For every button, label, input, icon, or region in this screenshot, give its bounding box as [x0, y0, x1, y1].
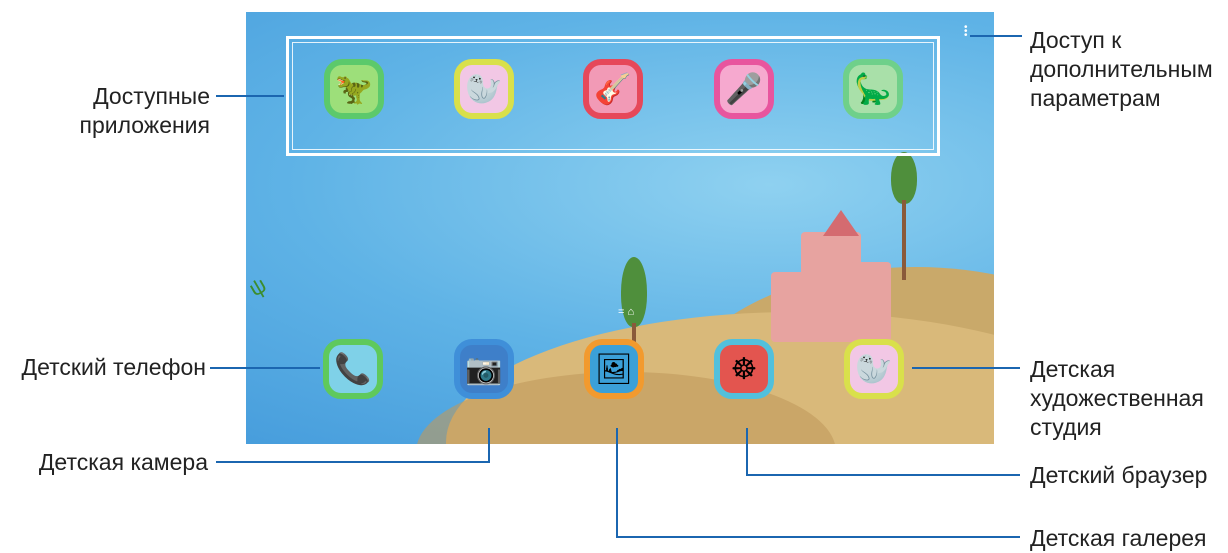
callout-kids-camera: Детская камера: [38, 449, 208, 475]
music-app-icon[interactable]: 🎸: [583, 59, 643, 119]
leader-line: [216, 461, 490, 463]
callout-kids-art-studio: Детская художественная студия: [1030, 356, 1204, 440]
leader-line: [616, 428, 618, 538]
leader-line: [616, 536, 1020, 538]
camera-app-icon[interactable]: 📷: [454, 339, 514, 399]
leader-line: [912, 367, 1020, 369]
callout-kids-gallery: Детская галерея: [1030, 525, 1207, 551]
leader-line: [210, 367, 320, 369]
leaf-illustration: ψ: [246, 271, 271, 302]
leader-line: [488, 428, 490, 463]
home-page-indicator: = ⌂: [618, 306, 635, 318]
castle-illustration: [761, 192, 901, 342]
browser-app-icon[interactable]: ☸: [714, 339, 774, 399]
callout-available-apps: Доступные приложения: [79, 83, 211, 138]
gallery-app-icon[interactable]: 🖼: [584, 339, 644, 399]
phone-app-icon[interactable]: 📞: [323, 339, 383, 399]
leader-line: [970, 35, 1022, 37]
leader-line: [746, 428, 748, 476]
more-options-icon[interactable]: • • •: [964, 23, 968, 41]
leader-line: [216, 95, 284, 97]
leader-line: [746, 474, 1020, 476]
callout-kids-phone: Детский телефон: [21, 354, 206, 380]
callout-kids-browser: Детский браузер: [1030, 462, 1208, 488]
callout-more-options: Доступ к дополнительным параметрам: [1030, 27, 1213, 111]
artist-app-icon[interactable]: 🦭: [454, 59, 514, 119]
art-studio-app-icon[interactable]: 🦭: [844, 339, 904, 399]
dino-cook-app-icon[interactable]: 🦕: [843, 59, 903, 119]
dino-house-app-icon[interactable]: 🦖: [324, 59, 384, 119]
sing-app-icon[interactable]: 🎤: [714, 59, 774, 119]
kids-home-screen: ψ • • • 🦖 🦭 🎸 🎤 🦕 = ⌂ 📞 📷 🖼 ☸ 🦭: [246, 12, 994, 444]
